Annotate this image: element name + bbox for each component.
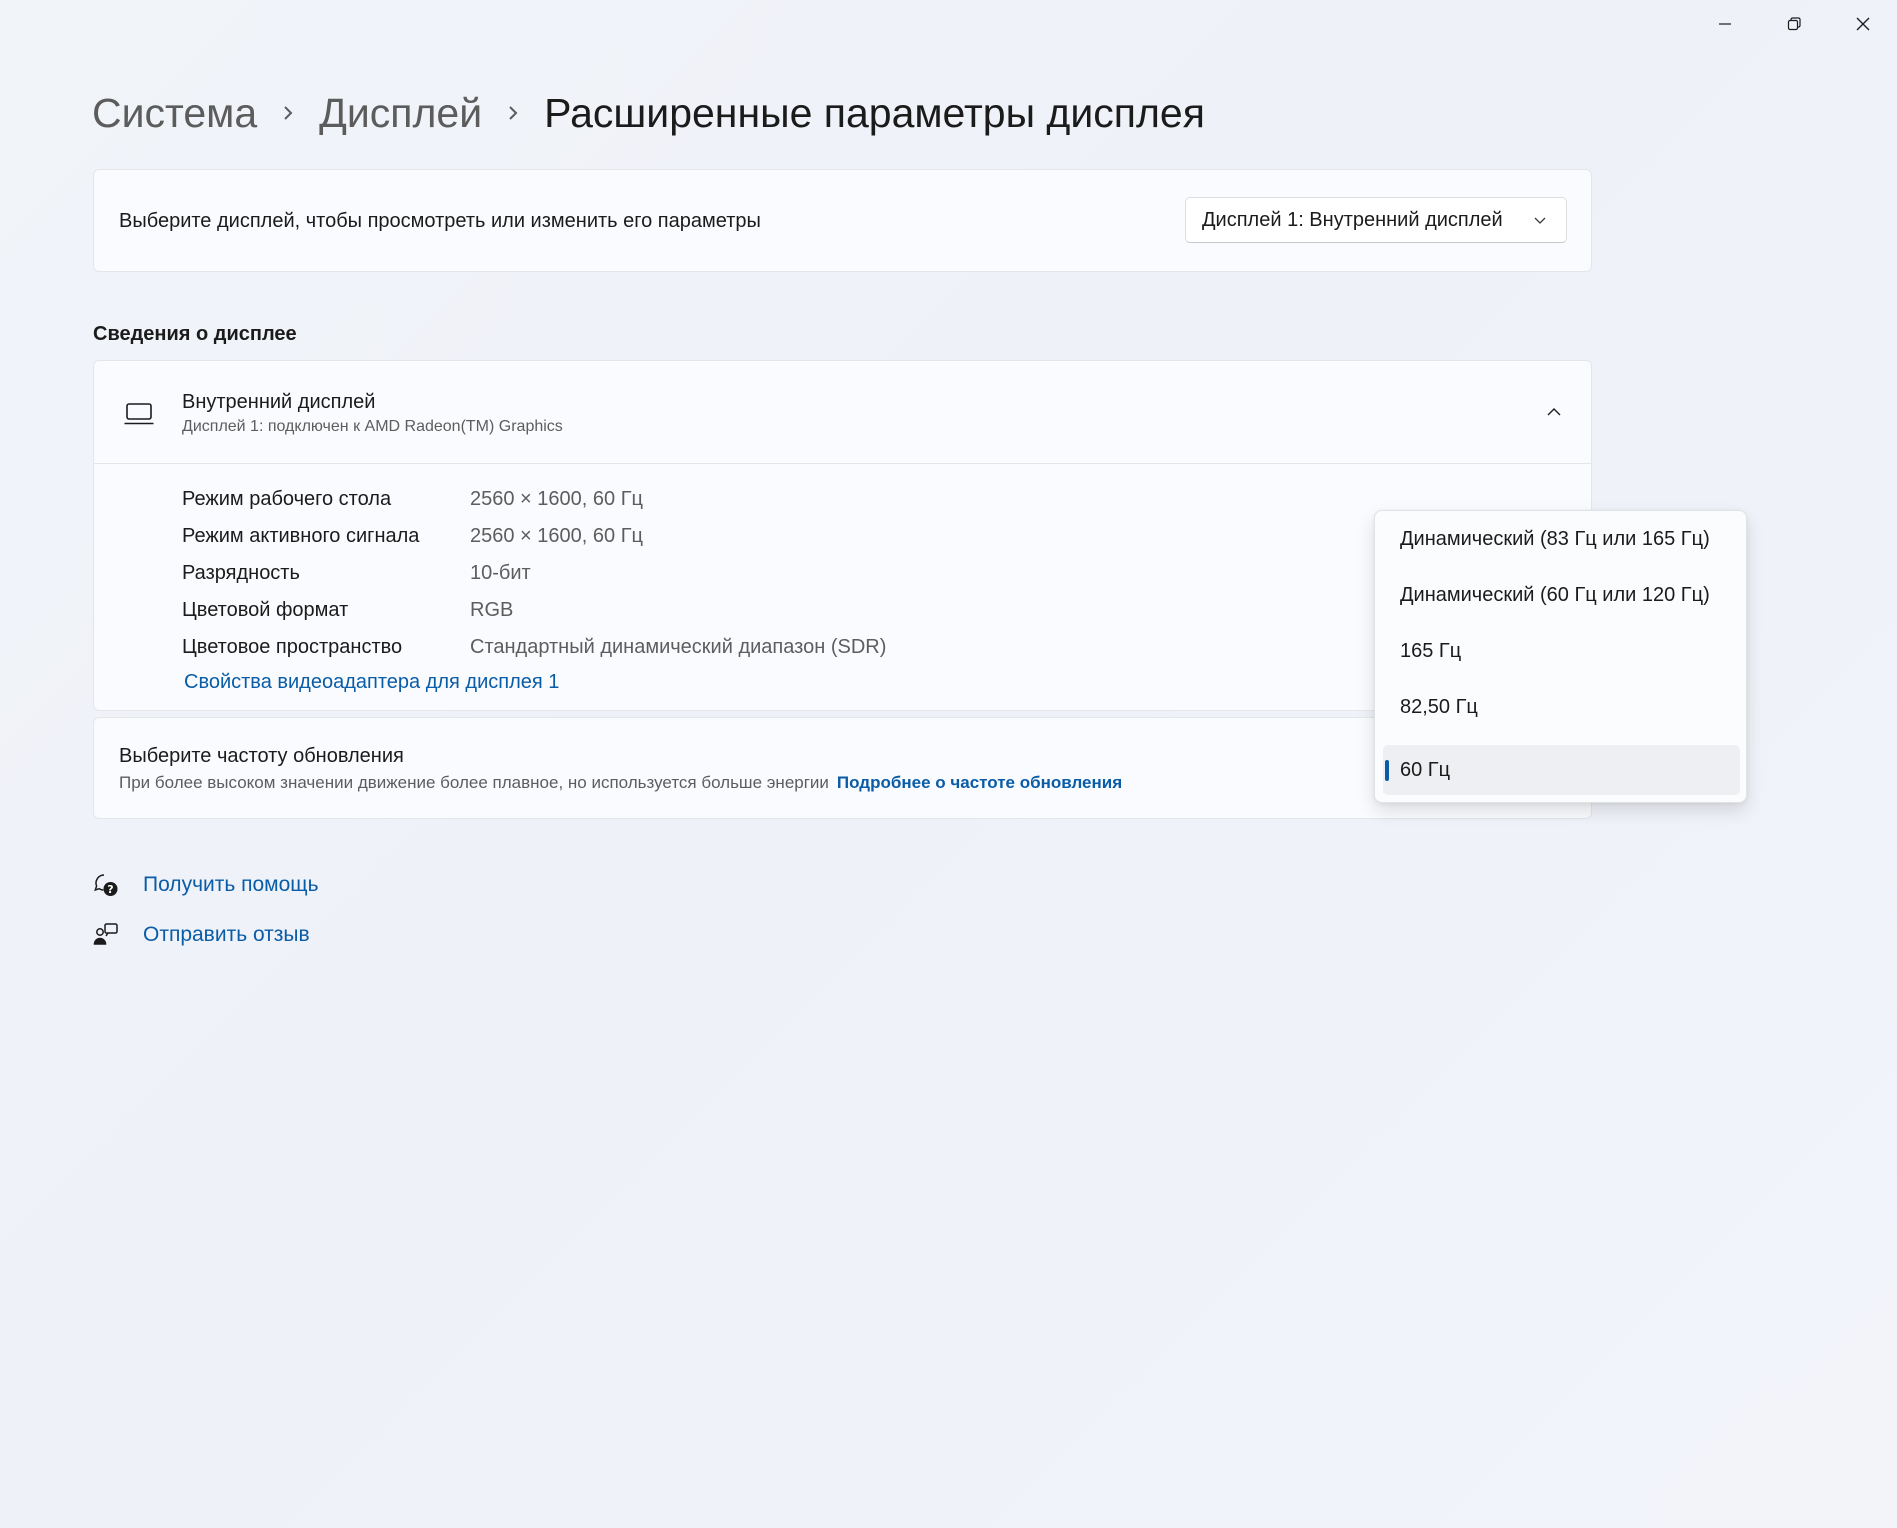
window-controls [1690,0,1897,48]
info-row-key: Цветовой формат [182,599,349,621]
breadcrumb-item-display[interactable]: Дисплей [319,90,482,137]
display-select-value: Дисплей 1: Внутренний дисплей [1202,208,1503,231]
refresh-rate-card: Выберите частоту обновления При более вы… [93,717,1592,819]
refresh-option[interactable]: 165 Гц [1383,626,1740,676]
refresh-option-label: 165 Гц [1400,639,1462,662]
display-select-dropdown[interactable]: Дисплей 1: Внутренний дисплей [1185,197,1567,243]
refresh-rate-description-row: При более высоком значении движение боле… [119,773,1122,793]
breadcrumb: Система Дисплей Расширенные параметры ди… [92,86,1205,140]
refresh-rate-title: Выберите частоту обновления [119,745,404,767]
display-select-card: Выберите дисплей, чтобы просмотреть или … [93,169,1592,272]
info-row: Цветовой формат RGB [182,592,886,629]
display-info-subtitle: Дисплей 1: подключен к AMD Radeon(TM) Gr… [182,418,563,435]
refresh-rate-dropdown-list: Динамический (83 Гц или 165 Гц) Динамиче… [1374,510,1747,803]
info-row-value: 2560 × 1600, 60 Гц [470,525,643,547]
refresh-option-label: 60 Гц [1400,758,1451,781]
close-button[interactable] [1828,0,1897,48]
info-row-value: 2560 × 1600, 60 Гц [470,488,643,510]
refresh-option-selected[interactable]: 60 Гц [1383,745,1740,795]
adapter-properties-link[interactable]: Свойства видеоадаптера для дисплея 1 [184,671,559,694]
chevron-up-icon[interactable] [1545,405,1563,419]
info-row-key: Цветовое пространство [182,636,403,658]
feedback-icon [93,923,118,945]
laptop-icon [124,403,154,425]
get-help-link[interactable]: Получить помощь [143,873,319,897]
chevron-down-icon [1534,217,1546,224]
help-icon: ? [94,874,118,896]
refresh-rate-learn-more-link[interactable]: Подробнее о частоте обновления [837,773,1122,792]
svg-text:?: ? [107,883,113,896]
info-row: Разрядность 10-бит [182,555,886,592]
display-select-label: Выберите дисплей, чтобы просмотреть или … [119,210,761,232]
info-row: Режим активного сигнала 2560 × 1600, 60 … [182,518,886,555]
refresh-option-label: Динамический (60 Гц или 120 Гц) [1400,583,1710,606]
info-row-key: Режим активного сигнала [182,525,420,547]
refresh-option[interactable]: Динамический (60 Гц или 120 Гц) [1383,570,1740,620]
feedback-row[interactable]: Отправить отзыв [93,920,310,950]
refresh-option[interactable]: Динамический (83 Гц или 165 Гц) [1383,514,1740,564]
refresh-option-label: Динамический (83 Гц или 165 Гц) [1400,527,1710,550]
info-row-key: Разрядность [182,562,300,584]
refresh-option-label: 82,50 Гц [1400,695,1478,718]
page-title: Расширенные параметры дисплея [544,89,1205,136]
section-title-display-info: Сведения о дисплее [93,323,297,345]
close-icon [1856,17,1869,31]
info-row-value: Стандартный динамический диапазон (SDR) [470,636,887,658]
refresh-rate-description: При более высоком значении движение боле… [119,773,829,792]
info-row-value: 10-бит [470,562,531,584]
minimize-icon [1718,23,1731,25]
info-row: Цветовое пространство Стандартный динами… [182,629,886,666]
info-row-value: RGB [470,599,514,621]
chevron-right-icon [257,102,319,124]
info-row-key: Режим рабочего стола [182,488,392,510]
restore-button[interactable] [1759,0,1828,48]
breadcrumb-item-system[interactable]: Система [92,90,257,137]
display-info-header[interactable]: Внутренний дисплей Дисплей 1: подключен … [94,361,1591,464]
display-info-card: Внутренний дисплей Дисплей 1: подключен … [93,360,1592,711]
send-feedback-link[interactable]: Отправить отзыв [143,923,310,947]
minimize-button[interactable] [1690,0,1759,48]
display-info-title: Внутренний дисплей [182,391,376,413]
restore-icon [1787,17,1801,31]
refresh-option[interactable]: 82,50 Гц [1383,682,1740,732]
info-row: Режим рабочего стола 2560 × 1600, 60 Гц [182,481,886,518]
chevron-right-icon [482,102,544,124]
get-help-row[interactable]: ? Получить помощь [93,870,319,900]
display-info-rows: Режим рабочего стола 2560 × 1600, 60 Гц … [182,481,886,666]
selection-indicator [1385,760,1389,781]
